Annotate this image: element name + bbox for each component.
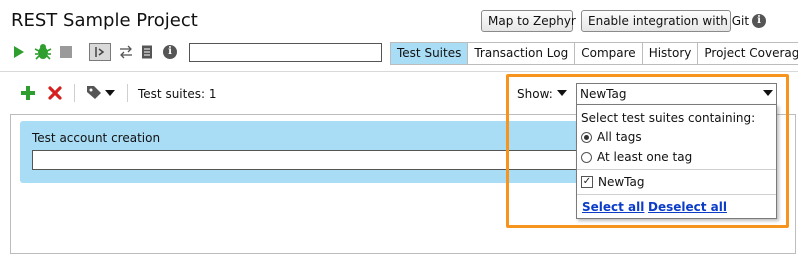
deselect-all-link[interactable]: Deselect all [648, 200, 727, 214]
chevron-down-icon[interactable] [763, 90, 773, 97]
plus-icon[interactable] [21, 86, 35, 100]
document-icon[interactable] [141, 45, 153, 59]
tab-test-suites[interactable]: Test Suites [391, 43, 469, 64]
enable-git-button[interactable]: Enable integration with Git [581, 10, 749, 32]
step-into-icon[interactable] [89, 43, 111, 61]
newtag-label: NewTag [598, 175, 645, 189]
info-icon[interactable]: i [752, 14, 766, 28]
dropdown-heading: Select test suites containing: [581, 111, 756, 125]
project-title: REST Sample Project [11, 10, 198, 31]
all-tags-radio[interactable] [581, 131, 592, 143]
toolbar-separator-2 [127, 84, 128, 102]
at-least-one-tag-radio[interactable] [581, 151, 592, 163]
dropdown-separator-2 [577, 194, 776, 195]
select-all-link[interactable]: Select all [582, 200, 644, 214]
map-to-zephyr-button[interactable]: Map to Zephyr [481, 10, 576, 32]
dropdown-separator [577, 169, 776, 170]
toolbar-separator [74, 84, 75, 102]
header-divider [0, 71, 798, 72]
all-tags-label: All tags [597, 130, 642, 144]
tab-history[interactable]: History [643, 43, 699, 64]
test-suites-count: Test suites: 1 [138, 87, 217, 101]
stop-icon[interactable] [60, 46, 72, 58]
test-suite-name: Test account creation [32, 131, 161, 145]
toolbar-info-icon[interactable]: i [163, 45, 177, 59]
option-at-least-one-tag[interactable]: At least one tag [581, 150, 692, 164]
bug-icon[interactable] [34, 43, 52, 60]
toolbar-search-input[interactable] [189, 43, 382, 62]
play-icon[interactable] [13, 45, 25, 59]
tab-compare[interactable]: Compare [575, 43, 643, 64]
option-all-tags[interactable]: All tags [581, 130, 642, 144]
transfer-icon[interactable] [119, 45, 133, 59]
tab-transaction-log[interactable]: Transaction Log [468, 43, 576, 64]
view-tabs: Test Suites Transaction Log Compare Hist… [390, 42, 798, 65]
tag-item-newtag[interactable]: ✓ NewTag [581, 175, 645, 189]
tag-filter-value: NewTag [580, 87, 627, 101]
tag-icon[interactable] [86, 85, 118, 100]
at-least-one-tag-label: At least one tag [597, 150, 693, 164]
delete-icon[interactable] [48, 86, 62, 100]
newtag-checkbox[interactable]: ✓ [581, 176, 593, 188]
tab-project-coverage[interactable]: Project Coverage [698, 43, 798, 64]
